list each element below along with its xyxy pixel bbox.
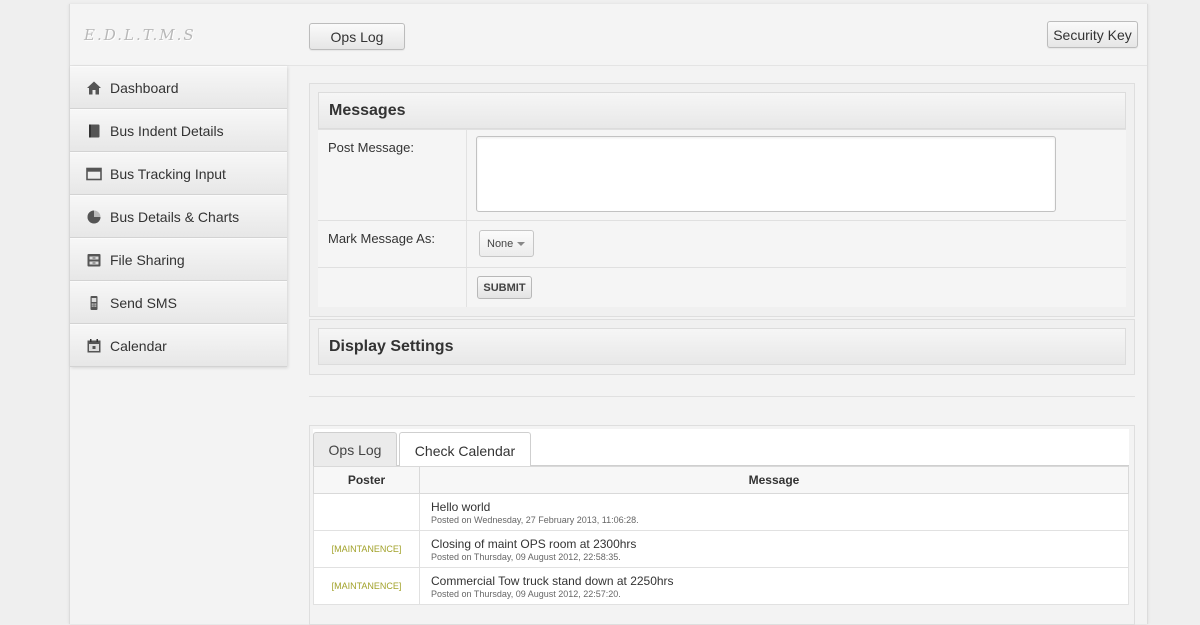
sidebar-item-label: Send SMS [110,294,177,311]
poster-cell: [MAINTANENCE] [313,530,420,568]
ops-log-table: Poster Message Hello world Posted on Wed… [313,466,1129,605]
submit-row: SUBMIT [318,267,1126,307]
tab-check-calendar[interactable]: Check Calendar [399,432,531,468]
table-header-row: Poster Message [313,466,1129,494]
phone-icon [85,294,102,311]
table-row: [MAINTANENCE] Closing of maint OPS room … [313,530,1129,568]
row-separator [466,221,467,267]
sidebar-item-calendar[interactable]: Calendar [70,324,287,367]
message-date: Posted on Wednesday, 27 February 2013, 1… [431,514,639,525]
poster-cell: [MAINTANENCE] [313,567,420,605]
table-row: [MAINTANENCE] Commercial Tow truck stand… [313,567,1129,605]
mark-message-select[interactable]: None [479,230,534,257]
pie-chart-icon [85,208,102,225]
table-row: Hello world Posted on Wednesday, 27 Febr… [313,493,1129,531]
window-icon [85,165,102,182]
sidebar-item-label: Bus Details & Charts [110,208,240,225]
cabinet-icon [85,251,102,268]
ops-log-button[interactable]: Ops Log [309,23,405,50]
sidebar-item-label: Bus Indent Details [110,122,224,139]
top-bar: E.D.L.T.M.S Ops Log Security Key [70,4,1147,66]
poster-cell [313,493,420,531]
messages-panel: Messages Post Message: Mark Message As: … [309,83,1135,317]
app-logo: E.D.L.T.M.S [84,26,196,44]
sidebar: Dashboard Bus Indent Details Bus Trackin… [70,66,287,367]
sidebar-item-bus-indent-details[interactable]: Bus Indent Details [70,109,287,152]
row-separator [466,268,467,307]
ops-log-panel: Ops Log Check Calendar Poster Message He… [309,425,1135,625]
display-settings-panel: Display Settings [309,319,1135,375]
tab-ops-log[interactable]: Ops Log [313,432,397,467]
sidebar-item-send-sms[interactable]: Send SMS [70,281,287,324]
message-cell: Closing of maint OPS room at 2300hrs Pos… [419,530,1129,568]
column-header-message: Message [419,466,1129,494]
sidebar-item-bus-tracking-input[interactable]: Bus Tracking Input [70,152,287,195]
sidebar-item-label: Dashboard [110,79,179,96]
message-date: Posted on Thursday, 09 August 2012, 22:5… [431,588,621,599]
message-cell: Hello world Posted on Wednesday, 27 Febr… [419,493,1129,531]
app-window: E.D.L.T.M.S Ops Log Security Key Dashboa… [69,4,1148,625]
book-icon [85,122,102,139]
log-tabs: Ops Log Check Calendar [313,429,1129,468]
message-text: Closing of maint OPS room at 2300hrs [431,536,637,551]
mark-message-selected: None [487,237,514,250]
post-message-row: Post Message: [318,129,1126,220]
chevron-down-icon [517,241,526,246]
message-date: Posted on Thursday, 09 August 2012, 22:5… [431,551,621,562]
sidebar-item-dashboard[interactable]: Dashboard [70,66,287,109]
sidebar-item-label: Bus Tracking Input [110,165,226,182]
mark-message-row: Mark Message As: None [318,220,1126,267]
submit-button[interactable]: SUBMIT [477,276,532,299]
home-icon [85,79,102,96]
mark-message-label: Mark Message As: [328,231,435,246]
security-key-button[interactable]: Security Key [1047,21,1138,48]
column-header-poster: Poster [313,466,420,494]
display-settings-title[interactable]: Display Settings [318,328,1126,365]
messages-title: Messages [318,92,1126,129]
sidebar-item-file-sharing[interactable]: File Sharing [70,238,287,281]
section-divider [309,396,1135,397]
sidebar-item-label: File Sharing [110,251,185,268]
calendar-icon [85,337,102,354]
sidebar-item-bus-details-charts[interactable]: Bus Details & Charts [70,195,287,238]
post-message-label: Post Message: [328,140,414,155]
message-text: Hello world [431,499,491,514]
post-message-input[interactable] [476,136,1056,212]
sidebar-item-label: Calendar [110,337,167,354]
message-cell: Commercial Tow truck stand down at 2250h… [419,567,1129,605]
row-separator [466,130,467,220]
message-text: Commercial Tow truck stand down at 2250h… [431,573,674,588]
